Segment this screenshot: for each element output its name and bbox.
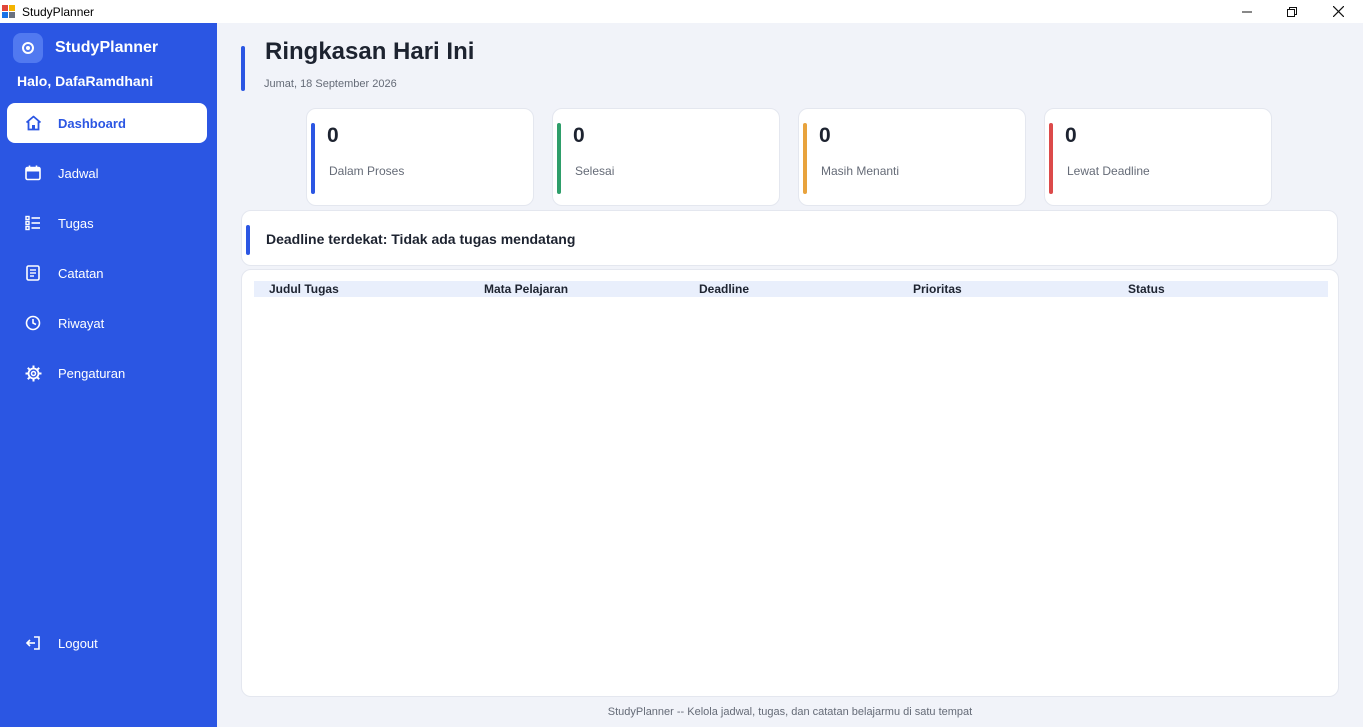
brand: StudyPlanner [13, 33, 158, 63]
page-title: Ringkasan Hari Ini [265, 38, 475, 65]
sidebar-item-dashboard[interactable]: Dashboard [7, 103, 207, 143]
minimize-icon [1242, 11, 1252, 12]
deadline-accent-bar [246, 225, 250, 255]
window-titlebar: StudyPlanner [0, 0, 1363, 23]
stat-value: 0 [573, 124, 585, 147]
sidebar-item-pengaturan[interactable]: Pengaturan [7, 353, 207, 393]
close-icon [1332, 6, 1344, 17]
column-header-deadline[interactable]: Deadline [699, 281, 749, 297]
nearest-deadline-card: Deadline terdekat: Tidak ada tugas menda… [241, 210, 1338, 266]
close-button[interactable] [1315, 0, 1361, 23]
restore-icon [1287, 6, 1297, 17]
stat-label: Lewat Deadline [1067, 164, 1150, 178]
sidebar-item-catatan[interactable]: Catatan [7, 253, 207, 293]
column-header-judul-tugas[interactable]: Judul Tugas [269, 281, 339, 297]
sidebar-item-label: Jadwal [58, 165, 99, 181]
sidebar-item-tugas[interactable]: Tugas [7, 203, 207, 243]
column-header-mata-pelajaran[interactable]: Mata Pelajaran [484, 281, 568, 297]
sidebar-item-label: Tugas [58, 215, 94, 231]
stat-accent-bar [803, 123, 807, 194]
footer-text: StudyPlanner -- Kelola jadwal, tugas, da… [607, 706, 973, 718]
stat-accent-bar [557, 123, 561, 194]
stat-card-selesai: 0 Selesai [552, 108, 780, 206]
sidebar: StudyPlanner Halo, DafaRamdhani Dashboar… [0, 23, 217, 727]
stat-card-dalam-proses: 0 Dalam Proses [306, 108, 534, 206]
table-header: Judul Tugas Mata Pelajaran Deadline Prio… [254, 281, 1328, 297]
task-table: Judul Tugas Mata Pelajaran Deadline Prio… [241, 269, 1339, 697]
brand-name: StudyPlanner [55, 39, 159, 56]
checklist-icon [24, 214, 42, 232]
title-accent-bar [241, 46, 245, 91]
stat-value: 0 [819, 124, 831, 147]
stat-accent-bar [1049, 123, 1053, 194]
logout-label: Logout [58, 635, 98, 651]
column-header-status[interactable]: Status [1128, 281, 1165, 297]
nearest-deadline-text: Deadline terdekat: Tidak ada tugas menda… [266, 231, 576, 247]
stat-value: 0 [327, 124, 339, 147]
restore-button[interactable] [1269, 0, 1315, 23]
app-icon [2, 4, 16, 19]
gear-icon [24, 364, 42, 382]
page-date: Jumat, 18 September 2026 [264, 78, 397, 90]
home-icon [24, 114, 42, 132]
clock-icon [24, 314, 42, 332]
minimize-button[interactable] [1224, 0, 1270, 23]
main-content: Ringkasan Hari Ini Jumat, 18 September 2… [217, 23, 1363, 727]
stat-card-lewat-deadline: 0 Lewat Deadline [1044, 108, 1272, 206]
window-title: StudyPlanner [22, 4, 95, 19]
stat-label: Selesai [575, 164, 615, 178]
sidebar-item-riwayat[interactable]: Riwayat [7, 303, 207, 343]
brand-logo-icon [13, 33, 43, 63]
sidebar-item-jadwal[interactable]: Jadwal [7, 153, 207, 193]
stat-label: Dalam Proses [329, 164, 405, 178]
logout-icon [24, 634, 42, 652]
note-icon [24, 264, 42, 282]
column-header-prioritas[interactable]: Prioritas [913, 281, 962, 297]
stat-label: Masih Menanti [821, 164, 900, 178]
sidebar-item-label: Pengaturan [58, 365, 126, 381]
calendar-icon [24, 164, 42, 182]
sidebar-item-label: Dashboard [58, 115, 126, 131]
stat-value: 0 [1065, 124, 1077, 147]
stat-card-masih-menanti: 0 Masih Menanti [798, 108, 1026, 206]
user-greeting: Halo, DafaRamdhani [17, 73, 154, 89]
stat-accent-bar [311, 123, 315, 194]
logout-button[interactable]: Logout [7, 623, 207, 663]
sidebar-item-label: Catatan [58, 265, 104, 281]
sidebar-item-label: Riwayat [58, 315, 105, 331]
